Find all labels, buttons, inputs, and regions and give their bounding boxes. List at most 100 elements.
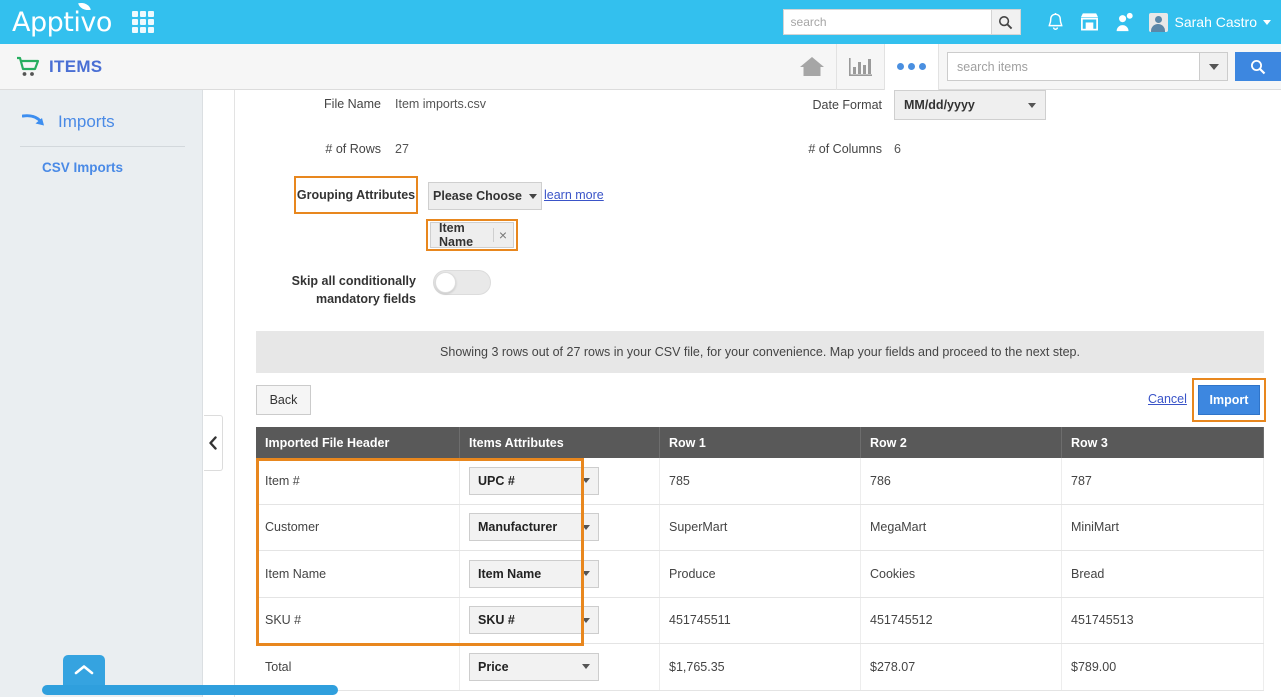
apptivo-app-window: Apptivo <box>0 0 1281 697</box>
cell-row-2: Cookies <box>861 551 1062 597</box>
cell-attribute-select-wrap: Price <box>460 644 660 690</box>
apptivo-logo[interactable]: Apptivo <box>12 9 112 36</box>
cell-attribute-select-wrap: UPC # <box>460 458 660 504</box>
chevron-down-icon <box>1028 103 1036 108</box>
left-sidebar: Imports CSV Imports <box>0 90 203 697</box>
cell-attribute-select-wrap: SKU # <box>460 598 660 644</box>
chevron-down-icon <box>582 571 590 576</box>
grouping-attribute-tag: Item Name × <box>430 222 514 248</box>
bottom-status-bar <box>42 685 338 695</box>
chevron-down-icon <box>582 478 590 483</box>
item-search-submit-button[interactable] <box>1235 52 1281 81</box>
attribute-select-value: Manufacturer <box>478 520 557 534</box>
global-search <box>783 9 1021 35</box>
item-search-input[interactable] <box>947 52 1199 81</box>
row-count-value: 27 <box>395 142 409 156</box>
chevron-down-icon <box>582 525 590 530</box>
chevron-down-icon <box>582 618 590 623</box>
sidebar-header: Imports <box>0 90 202 132</box>
learn-more-link[interactable]: learn more <box>544 188 604 202</box>
skip-mandatory-toggle[interactable] <box>433 270 491 295</box>
attribute-select-value: Price <box>478 660 509 674</box>
table-row: Customer Manufacturer SuperMart MegaMart… <box>256 505 1264 552</box>
cell-row-3: 451745513 <box>1062 598 1264 644</box>
table-header-row: Imported File Header Items Attributes Ro… <box>256 427 1264 458</box>
attribute-select-value: Item Name <box>478 567 541 581</box>
store-icon[interactable] <box>1073 0 1107 44</box>
cell-attribute-select-wrap: Manufacturer <box>460 505 660 551</box>
cell-row-3: MiniMart <box>1062 505 1264 551</box>
imports-arrow-icon <box>22 114 47 130</box>
sidebar-item-csv-imports[interactable]: CSV Imports <box>0 147 202 175</box>
cell-attribute-select-wrap: Item Name <box>460 551 660 597</box>
date-format-select[interactable]: MM/dd/yyyy <box>894 90 1046 120</box>
import-mapping-panel: File Name Item imports.csv Date Format M… <box>236 90 1281 697</box>
cell-row-1: 785 <box>660 458 861 504</box>
grouping-attribute-tag-highlight: Item Name × <box>426 219 518 251</box>
cancel-link[interactable]: Cancel <box>1148 392 1187 406</box>
attribute-select-value: UPC # <box>478 474 515 488</box>
skip-mandatory-label: Skip all conditionally mandatory fields <box>241 272 416 308</box>
column-header-items-attributes: Items Attributes <box>460 427 660 458</box>
search-icon <box>1250 59 1266 75</box>
sidebar-gutter <box>204 90 235 697</box>
file-name-field: File Name Item imports.csv <box>316 97 486 111</box>
row-count-field: # of Rows 27 <box>316 142 409 156</box>
back-button[interactable]: Back <box>256 385 311 415</box>
module-toolbar: ITEMS <box>0 44 1281 90</box>
grid-apps-icon[interactable] <box>132 11 156 33</box>
user-name: Sarah Castro <box>1175 14 1257 30</box>
chevron-up-icon <box>74 664 94 676</box>
chevron-left-icon <box>208 436 218 450</box>
sidebar-header-label: Imports <box>58 112 115 132</box>
sidebar-collapse-button[interactable] <box>204 415 223 471</box>
cell-imported-header: Item Name <box>256 551 460 597</box>
home-icon[interactable] <box>788 44 836 90</box>
cell-row-3: $789.00 <box>1062 644 1264 690</box>
add-contact-icon[interactable] <box>1107 0 1141 44</box>
chevron-down-icon <box>1263 20 1271 25</box>
attribute-select[interactable]: Manufacturer <box>469 513 599 541</box>
cell-row-3: Bread <box>1062 551 1264 597</box>
info-banner: Showing 3 rows out of 27 rows in your CS… <box>256 331 1264 373</box>
global-header: Apptivo <box>0 0 1281 44</box>
global-search-button[interactable] <box>991 9 1021 35</box>
grouping-attribute-tag-label: Item Name <box>439 221 486 249</box>
cell-row-1: SuperMart <box>660 505 861 551</box>
date-format-label: Date Format <box>806 98 882 112</box>
search-icon <box>998 15 1013 30</box>
attribute-select[interactable]: UPC # <box>469 467 599 495</box>
grouping-attributes-select[interactable]: Please Choose <box>428 182 542 210</box>
cell-row-2: MegaMart <box>861 505 1062 551</box>
bell-notification-icon[interactable] <box>1039 0 1073 44</box>
chevron-down-icon <box>1209 64 1219 70</box>
close-icon[interactable]: × <box>493 228 507 242</box>
attribute-select[interactable]: Price <box>469 653 599 681</box>
column-header-row-3: Row 3 <box>1062 427 1264 458</box>
import-button[interactable]: Import <box>1198 385 1260 415</box>
avatar <box>1149 13 1168 32</box>
cell-row-1: $1,765.35 <box>660 644 861 690</box>
column-header-row-2: Row 2 <box>861 427 1062 458</box>
apptivo-logo-text: Apptivo <box>12 7 112 38</box>
info-banner-text: Showing 3 rows out of 27 rows in your CS… <box>440 345 1080 359</box>
bar-chart-icon[interactable] <box>836 44 884 90</box>
user-menu[interactable]: Sarah Castro <box>1149 13 1271 32</box>
file-name-value: Item imports.csv <box>395 97 486 111</box>
cell-row-2: 451745512 <box>861 598 1062 644</box>
file-name-label: File Name <box>316 97 381 111</box>
scroll-to-top-button[interactable] <box>63 655 105 685</box>
toggle-knob <box>435 272 456 293</box>
item-search-dropdown-button[interactable] <box>1199 52 1228 81</box>
module-toolbar-right <box>788 44 1281 90</box>
shopping-cart-icon <box>16 56 40 78</box>
ellipsis-icon[interactable] <box>884 44 939 90</box>
cell-row-3: 787 <box>1062 458 1264 504</box>
global-search-input[interactable] <box>783 9 991 35</box>
item-search <box>947 52 1281 81</box>
attribute-select[interactable]: SKU # <box>469 606 599 634</box>
attribute-select[interactable]: Item Name <box>469 560 599 588</box>
chevron-down-icon <box>529 194 537 199</box>
cell-row-1: Produce <box>660 551 861 597</box>
column-header-row-1: Row 1 <box>660 427 861 458</box>
